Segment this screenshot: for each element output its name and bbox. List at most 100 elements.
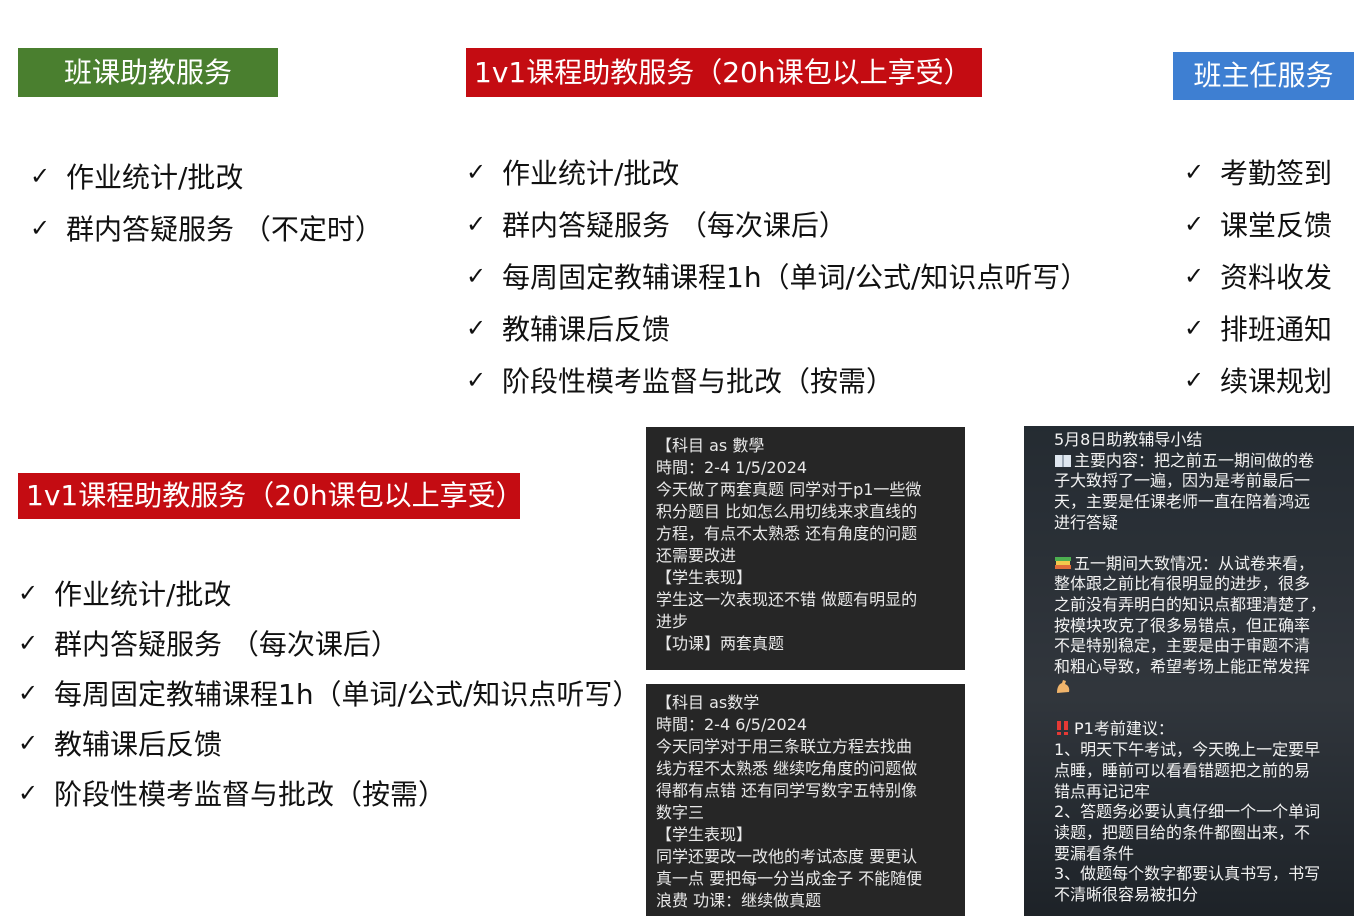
summary-line: 错点再记记牢	[1054, 781, 1151, 801]
list-item-label: 群内答疑服务 （每次课后）	[54, 628, 399, 661]
check-icon: ✓	[466, 314, 487, 342]
summary-line: 之前没有弄明白的知识点都理清楚了，	[1054, 594, 1327, 614]
summary-line: 要漏看条件	[1054, 843, 1135, 863]
summary-line: 按模块攻克了很多易错点，但正确率	[1054, 615, 1311, 635]
check-icon: ✓	[18, 629, 39, 657]
check-icon: ✓	[18, 729, 39, 757]
list-item-label: 作业统计/批改	[66, 161, 244, 194]
summary-line: 五一期间大致情况：从试卷来看，	[1054, 554, 1354, 575]
list-item-label: 作业统计/批改	[502, 157, 680, 190]
chat-line: 进步	[656, 612, 689, 631]
list-item: ✓ 续课规划	[1184, 354, 1332, 406]
chat-line: 方程，有点不太熟悉 还有角度的问题	[656, 524, 918, 543]
chat-line: 数字三	[656, 803, 705, 822]
group-ta-service-list: ✓ 作业统计/批改 ✓ 群内答疑服务 （不定时）	[30, 150, 383, 254]
summary-line: 点睡，睡前可以看看错题把之前的易	[1054, 760, 1311, 780]
chat-line: 真一点 要把每一分当成金子 不能随便	[656, 869, 923, 888]
one-on-one-service-list-bottom: ✓ 作业统计/批改 ✓ 群内答疑服务 （每次课后） ✓ 每周固定教辅课程1h（单…	[18, 568, 640, 818]
list-item-label: 阶段性模考监督与批改（按需）	[54, 778, 447, 811]
check-icon: ✓	[1184, 314, 1205, 342]
chat-line: 時間：2-4 6/5/2024	[656, 715, 808, 734]
list-item: ✓ 群内答疑服务 （不定时）	[30, 202, 383, 254]
summary-line: 整体跟之前比有很明显的进步，很多	[1054, 574, 1311, 594]
check-icon: ✓	[1184, 158, 1205, 186]
summary-line: 子大致捋了一遍，因为是考前最后一	[1054, 471, 1311, 491]
list-item-label: 教辅课后反馈	[502, 313, 671, 346]
list-item: ✓ 排班通知	[1184, 302, 1332, 354]
summary-line: 不清晰很容易被扣分	[1054, 885, 1199, 905]
summary-line	[1054, 678, 1354, 700]
chat-line: 浪费 功课：继续做真题	[656, 891, 822, 910]
list-item-label: 群内答疑服务 （每次课后）	[502, 209, 847, 242]
summary-line: 不是特别稳定，主要是由于审题不清	[1054, 636, 1311, 656]
flexed-biceps-icon	[1054, 678, 1074, 694]
one-on-one-service-list-top: ✓ 作业统计/批改 ✓ 群内答疑服务 （每次课后） ✓ 每周固定教辅课程1h（单…	[466, 146, 1088, 406]
chat-feedback-card-1: 【科目 as 數學 時間：2-4 1/5/2024 今天做了两套真题 同学对于p…	[646, 427, 965, 670]
check-icon: ✓	[466, 262, 487, 290]
list-item: ✓ 阶段性模考监督与批改（按需）	[466, 354, 1088, 406]
summary-line: 进行答疑	[1054, 512, 1119, 532]
summary-line: 1、明天下午考试，今天晚上一定要早	[1054, 740, 1321, 760]
list-item-label: 阶段性模考监督与批改（按需）	[502, 365, 895, 398]
chat-line: 【学生表现】	[656, 568, 753, 587]
book-icon	[1054, 453, 1074, 469]
list-item-label: 资料收发	[1220, 261, 1333, 294]
check-icon: ✓	[1184, 366, 1205, 394]
check-icon: ✓	[18, 679, 39, 707]
list-item: ✓ 资料收发	[1184, 250, 1332, 302]
list-item-label: 每周固定教辅课程1h（单词/公式/知识点听写）	[502, 261, 1089, 294]
chat-line: 同学还要改一改他的考试态度 要更认	[656, 847, 918, 866]
chat-line: 時間：2-4 1/5/2024	[656, 458, 808, 477]
double-exclamation-icon	[1054, 720, 1074, 736]
one-on-one-service-header-top: 1v1课程助教服务（20h课包以上享受）	[466, 48, 982, 97]
list-item: ✓ 每周固定教辅课程1h（单词/公式/知识点听写）	[466, 250, 1088, 302]
chat-line: 得都有点错 还有同学写数字五特别像	[656, 781, 918, 800]
list-item: ✓ 阶段性模考监督与批改（按需）	[18, 768, 640, 818]
chat-line: 积分题目 比如怎么用切线来求直线的	[656, 502, 918, 521]
summary-line: 主要内容：把之前五一期间做的卷	[1054, 451, 1354, 472]
list-item: ✓ 每周固定教辅课程1h（单词/公式/知识点听写）	[18, 668, 640, 718]
summary-line: P1考前建议：	[1054, 719, 1354, 740]
list-item: ✓ 作业统计/批改	[466, 146, 1088, 198]
check-icon: ✓	[466, 210, 487, 238]
chat-line: 【科目 as 數學	[656, 436, 765, 455]
summary-line: 和粗心导致，希望考场上能正常发挥	[1054, 657, 1311, 677]
chat-line: 学生这一次表现还不错 做题有明显的	[656, 590, 918, 609]
class-teacher-service-header: 班主任服务	[1173, 52, 1354, 100]
class-teacher-service-list: ✓ 考勤签到 ✓ 课堂反馈 ✓ 资料收发 ✓ 排班通知 ✓ 续课规划	[1184, 146, 1332, 406]
summary-line: 读题，把题目给的条件都圈出来，不	[1054, 822, 1311, 842]
chat-line: 【功课】两套真题	[656, 634, 785, 653]
chat-line: 线方程不太熟悉 继续吃角度的问题做	[656, 759, 918, 778]
chat-line: 今天同学对于用三条联立方程去找曲	[656, 737, 913, 756]
list-item: ✓ 课堂反馈	[1184, 198, 1332, 250]
summary-line: 2、答题务必要认真仔细一个一个单词	[1054, 802, 1321, 822]
list-item-label: 课堂反馈	[1220, 209, 1333, 242]
check-icon: ✓	[18, 579, 39, 607]
group-ta-service-header: 班课助教服务	[18, 48, 278, 97]
check-icon: ✓	[1184, 210, 1205, 238]
summary-title: 5月8日助教辅导小结	[1054, 430, 1203, 449]
list-item-label: 考勤签到	[1220, 157, 1333, 190]
chat-line: 今天做了两套真题 同学对于p1一些微	[656, 480, 922, 499]
check-icon: ✓	[30, 214, 51, 242]
check-icon: ✓	[18, 779, 39, 807]
books-icon	[1054, 555, 1074, 571]
check-icon: ✓	[466, 158, 487, 186]
list-item: ✓ 教辅课后反馈	[18, 718, 640, 768]
list-item-label: 每周固定教辅课程1h（单词/公式/知识点听写）	[54, 678, 641, 711]
summary-line: 天，主要是任课老师一直在陪着鸿远	[1054, 492, 1311, 512]
list-item: ✓ 群内答疑服务 （每次课后）	[18, 618, 640, 668]
chat-line: 还需要改进	[656, 546, 737, 565]
list-item: ✓ 群内答疑服务 （每次课后）	[466, 198, 1088, 250]
list-item: ✓ 作业统计/批改	[18, 568, 640, 618]
summary-line: 3、做题每个数字都要认真书写，书写	[1054, 864, 1321, 884]
tutoring-summary-card: 5月8日助教辅导小结 主要内容：把之前五一期间做的卷 子大致捋了一遍，因为是考前…	[1024, 426, 1354, 916]
check-icon: ✓	[30, 162, 51, 190]
list-item-label: 群内答疑服务 （不定时）	[66, 213, 383, 246]
chat-feedback-card-2: 【科目 as数学 時間：2-4 6/5/2024 今天同学对于用三条联立方程去找…	[646, 684, 965, 916]
list-item-label: 作业统计/批改	[54, 578, 232, 611]
list-item: ✓ 作业统计/批改	[30, 150, 383, 202]
list-item: ✓ 教辅课后反馈	[466, 302, 1088, 354]
list-item-label: 教辅课后反馈	[54, 728, 223, 761]
list-item: ✓ 考勤签到	[1184, 146, 1332, 198]
